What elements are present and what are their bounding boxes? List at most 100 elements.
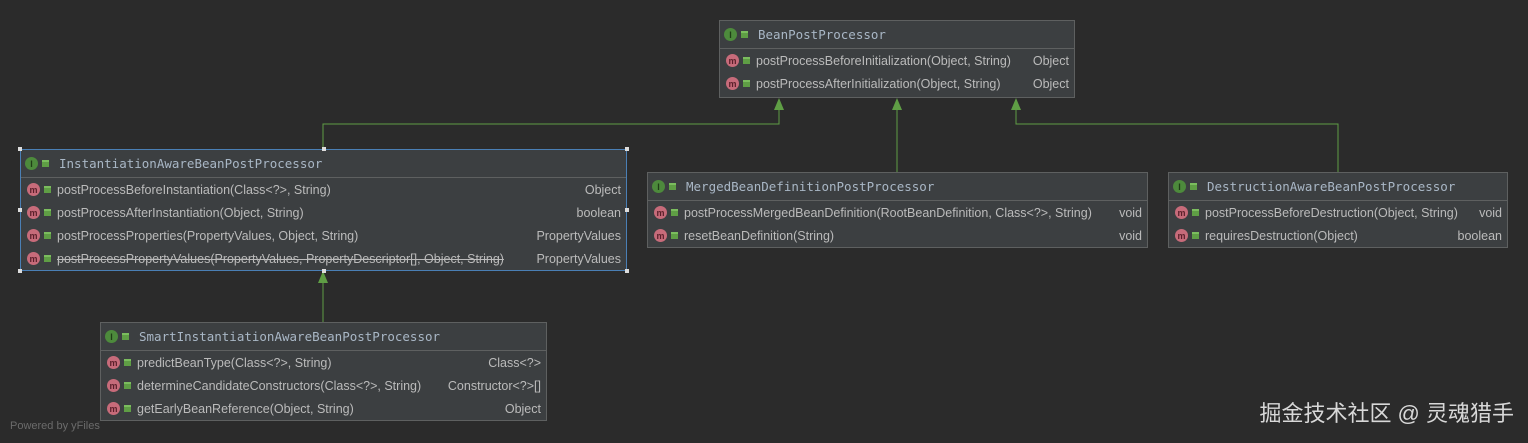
class-name: SmartInstantiationAwareBeanPostProcessor [139, 329, 441, 344]
class-name: MergedBeanDefinitionPostProcessor [686, 179, 935, 194]
method-return-type: Object [1032, 76, 1069, 91]
method-signature: postProcessProperties(PropertyValues, Ob… [57, 228, 359, 243]
method-return-type: PropertyValues [536, 251, 621, 266]
method-row[interactable]: m postProcessBeforeInitialization(Object… [720, 49, 1074, 72]
selection-handle[interactable] [625, 269, 629, 273]
method-icon: m [1175, 206, 1188, 219]
method-return-type: Object [584, 182, 621, 197]
method-row[interactable]: m postProcessProperties(PropertyValues, … [21, 224, 626, 247]
method-return-type: Class<?> [488, 355, 541, 370]
class-header[interactable]: I SmartInstantiationAwareBeanPostProcess… [101, 323, 546, 351]
method-row[interactable]: m postProcessBeforeDestruction(Object, S… [1169, 201, 1507, 224]
interface-icon: I [652, 180, 665, 193]
selection-handle[interactable] [321, 269, 326, 273]
public-lock-icon [671, 209, 678, 216]
arrowhead [892, 98, 902, 110]
method-icon: m [27, 229, 40, 242]
class-header[interactable]: I MergedBeanDefinitionPostProcessor [648, 173, 1147, 201]
method-signature: postProcessAfterInitialization(Object, S… [756, 76, 1001, 91]
method-icon: m [27, 183, 40, 196]
method-return-type: void [1119, 228, 1142, 243]
public-lock-icon [122, 333, 129, 340]
method-icon: m [107, 356, 120, 369]
method-row[interactable]: m determineCandidateConstructors(Class<?… [101, 374, 546, 397]
method-return-type: void [1119, 205, 1142, 220]
method-icon: m [654, 229, 667, 242]
public-lock-icon [743, 80, 750, 87]
public-lock-icon [1192, 232, 1199, 239]
public-lock-icon [44, 209, 51, 216]
selection-handle[interactable] [625, 147, 629, 151]
method-icon: m [726, 77, 739, 90]
interface-icon: I [724, 28, 737, 41]
public-lock-icon [743, 57, 750, 64]
public-lock-icon [44, 255, 51, 262]
method-icon: m [726, 54, 739, 67]
method-row[interactable]: m predictBeanType(Class<?>, String) Clas… [101, 351, 546, 374]
public-lock-icon [671, 232, 678, 239]
class-node-iabpp[interactable]: I InstantiationAwareBeanPostProcessor m … [20, 149, 627, 271]
method-row[interactable]: m postProcessMergedBeanDefinition(RootBe… [648, 201, 1147, 224]
method-signature: postProcessBeforeDestruction(Object, Str… [1205, 205, 1458, 220]
method-return-type: boolean [1457, 228, 1503, 243]
public-lock-icon [44, 232, 51, 239]
interface-icon: I [25, 157, 38, 170]
public-lock-icon [124, 359, 131, 366]
public-lock-icon [44, 186, 51, 193]
method-icon: m [107, 379, 120, 392]
method-return-type: Object [504, 401, 541, 416]
method-signature: postProcessMergedBeanDefinition(RootBean… [684, 205, 1092, 220]
selection-handle[interactable] [18, 269, 22, 273]
public-lock-icon [124, 382, 131, 389]
interface-icon: I [1173, 180, 1186, 193]
method-row[interactable]: m requiresDestruction(Object) boolean [1169, 224, 1507, 247]
class-name: BeanPostProcessor [758, 27, 886, 42]
selection-handle[interactable] [18, 208, 22, 212]
method-icon: m [1175, 229, 1188, 242]
method-icon: m [654, 206, 667, 219]
method-signature: predictBeanType(Class<?>, String) [137, 355, 332, 370]
method-row[interactable]: m getEarlyBeanReference(Object, String) … [101, 397, 546, 420]
selection-handle[interactable] [625, 208, 629, 212]
method-row[interactable]: m postProcessPropertyValues(PropertyValu… [21, 247, 626, 270]
public-lock-icon [1192, 209, 1199, 216]
method-signature: postProcessPropertyValues(PropertyValues… [57, 251, 504, 266]
class-node-bpp[interactable]: I BeanPostProcessor m postProcessBeforeI… [719, 20, 1075, 98]
public-lock-icon [124, 405, 131, 412]
public-lock-icon [1190, 183, 1197, 190]
class-name: InstantiationAwareBeanPostProcessor [59, 156, 323, 171]
class-header[interactable]: I BeanPostProcessor [720, 21, 1074, 49]
method-return-type: boolean [576, 205, 622, 220]
method-icon: m [27, 206, 40, 219]
method-signature: determineCandidateConstructors(Class<?>,… [137, 378, 422, 393]
method-icon: m [27, 252, 40, 265]
method-row[interactable]: m postProcessBeforeInstantiation(Class<?… [21, 178, 626, 201]
class-node-sia[interactable]: I SmartInstantiationAwareBeanPostProcess… [100, 322, 547, 421]
method-icon: m [107, 402, 120, 415]
arrowhead [1011, 98, 1021, 110]
class-header[interactable]: I InstantiationAwareBeanPostProcessor [21, 150, 626, 178]
method-signature: postProcessBeforeInstantiation(Class<?>,… [57, 182, 331, 197]
public-lock-icon [669, 183, 676, 190]
method-row[interactable]: m postProcessAfterInstantiation(Object, … [21, 201, 626, 224]
method-row[interactable]: m postProcessAfterInitialization(Object,… [720, 72, 1074, 95]
class-name: DestructionAwareBeanPostProcessor [1207, 179, 1456, 194]
method-return-type: PropertyValues [536, 228, 621, 243]
selection-handle[interactable] [18, 147, 22, 151]
public-lock-icon [42, 160, 49, 167]
method-signature: postProcessAfterInstantiation(Object, St… [57, 205, 304, 220]
interface-icon: I [105, 330, 118, 343]
arrowhead [774, 98, 784, 110]
method-signature: getEarlyBeanReference(Object, String) [137, 401, 354, 416]
method-row[interactable]: m resetBeanDefinition(String) void [648, 224, 1147, 247]
method-return-type: Constructor<?>[] [447, 378, 541, 393]
class-header[interactable]: I DestructionAwareBeanPostProcessor [1169, 173, 1507, 201]
class-node-mbd[interactable]: I MergedBeanDefinitionPostProcessor m po… [647, 172, 1148, 248]
method-signature: resetBeanDefinition(String) [684, 228, 835, 243]
method-signature: requiresDestruction(Object) [1205, 228, 1358, 243]
class-node-dabpp[interactable]: I DestructionAwareBeanPostProcessor m po… [1168, 172, 1508, 248]
public-lock-icon [741, 31, 748, 38]
method-return-type: Object [1032, 53, 1069, 68]
selection-handle[interactable] [321, 147, 326, 151]
edge-iabpp-to-bpp [322, 105, 780, 149]
